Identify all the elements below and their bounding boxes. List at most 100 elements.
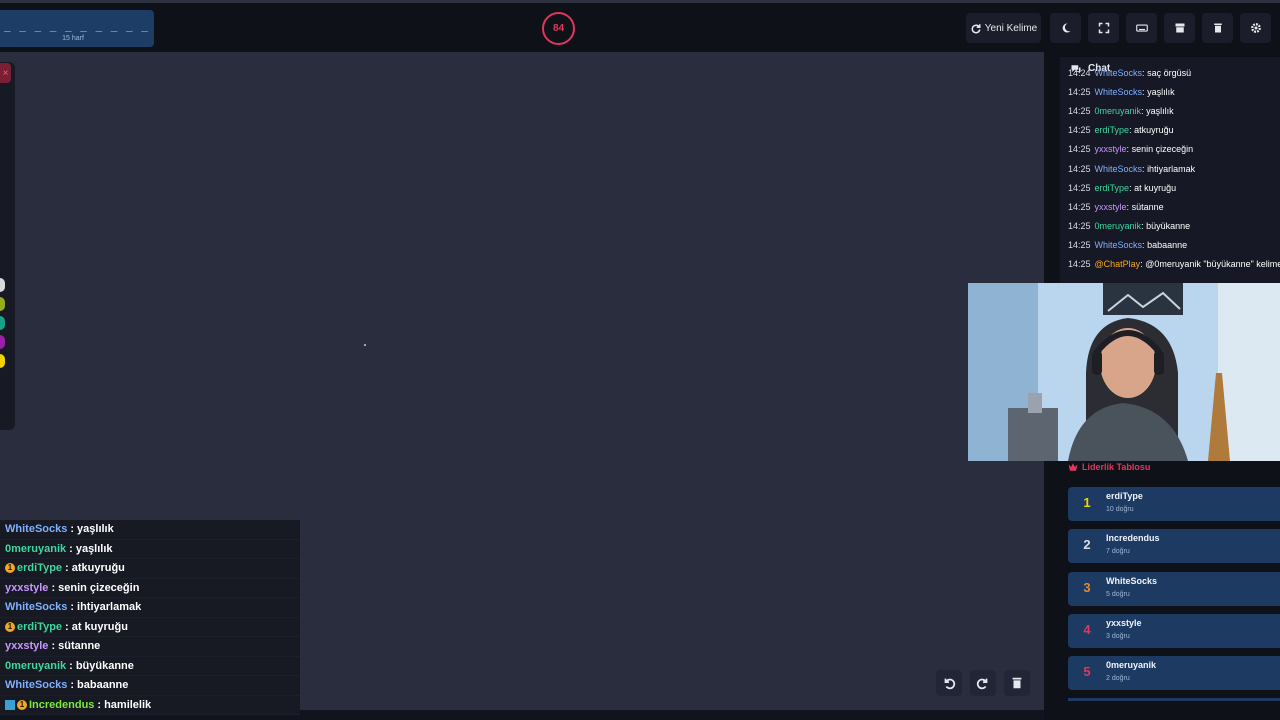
chat-username: WhiteSocks: [1094, 86, 1143, 97]
chat-username: yxxstyle: [5, 581, 49, 594]
dark-mode-button[interactable]: [1050, 13, 1081, 43]
chat-line: 14:25 WhiteSocks: yaşlılık: [1068, 82, 1280, 101]
leaderboard-rank: 4: [1083, 621, 1091, 637]
chat-overlay-row: WhiteSocks: ihtiyarlamak: [0, 598, 300, 618]
chat-line: 14:24 WhiteSocks: saç örgüsü: [1068, 63, 1280, 82]
chat-timestamp: 14:25: [1068, 125, 1091, 136]
chat-timestamp: 14:25: [1068, 86, 1091, 97]
chat-message: atkuyruğu: [1134, 125, 1174, 136]
chat-line: 14:25 WhiteSocks: babaanne: [1068, 236, 1280, 255]
leaderboard-player-name: WhiteSocks: [1106, 575, 1158, 586]
chat-overlay: WhiteSocks: yaşlılık 0meruyanik: yaşlılık 1 e…: [0, 520, 300, 720]
chat-separator: :: [65, 620, 69, 633]
round-timer: 84: [542, 12, 575, 45]
subscriber-badge-icon: [5, 699, 15, 710]
chat-username: yxxstyle: [5, 640, 49, 653]
chat-line: 14:25 erdiType: atkuyruğu: [1068, 121, 1280, 140]
color-swatch-5[interactable]: [0, 354, 5, 368]
webcam-image: [968, 283, 1280, 461]
chat-line: 14:25 yxxstyle: sütanne: [1068, 197, 1280, 216]
chat-message: atkuyruğu: [71, 562, 125, 575]
chat-username: erdiType: [1094, 182, 1130, 193]
clear-button[interactable]: [1202, 13, 1233, 43]
color-swatch-3[interactable]: [0, 316, 5, 330]
keyboard-icon: [1135, 24, 1148, 32]
leaderboard-player-name: yxxstyle: [1106, 617, 1142, 628]
archive-button[interactable]: [1164, 13, 1195, 43]
chat-timestamp: 14:25: [1068, 259, 1091, 270]
chat-line: 14:25 erdiType: at kuyruğu: [1068, 178, 1280, 197]
chat-username: Incredendus: [29, 698, 95, 711]
chat-message: yaşlılık: [1147, 86, 1175, 97]
chat-panel: Chat 14:24 WhiteSocks: saç örgüsü 14:25 Whi…: [1060, 57, 1280, 283]
new-word-label: Yeni Kelime: [984, 22, 1038, 34]
settings-button[interactable]: [1240, 13, 1271, 43]
chat-username: WhiteSocks: [5, 601, 68, 614]
leaderboard-row: 4 yxxstyle 3 doğru: [1068, 613, 1280, 648]
color-swatch-4[interactable]: [0, 335, 5, 349]
canvas-stroke-dot: [364, 344, 366, 346]
chat-line: 14:25 @ChatPlay: @0meruyanik "büyükanne" …: [1068, 255, 1280, 274]
chat-timestamp: 14:25: [1068, 163, 1091, 174]
tool-panel: ×: [0, 62, 15, 430]
chat-overlay-row: 1 erdiType: atkuyruğu: [0, 559, 300, 579]
chat-separator: :: [69, 659, 73, 672]
chat-username: 0meruyanik: [5, 659, 67, 672]
chat-message: sütanne: [58, 640, 101, 653]
chat-overlay-row: 0meruyanik: büyükanne: [0, 656, 300, 676]
color-swatch-1[interactable]: [0, 278, 5, 292]
chat-overlay-row: 0meruyanik: yaşlılık: [0, 539, 300, 559]
redo-button[interactable]: [970, 670, 996, 696]
clear-canvas-button[interactable]: [1004, 670, 1030, 696]
chat-overlay-row: 1 erdiType: at kuyruğu: [0, 617, 300, 637]
chat-separator: :: [70, 523, 75, 536]
chat-message: babaanne: [1147, 240, 1188, 251]
chat-overlay-row: WhiteSocks: babaanne: [0, 676, 300, 696]
redo-icon: [976, 678, 988, 690]
chat-line: 14:25 yxxstyle: senin çizeceğin: [1068, 140, 1280, 159]
chat-message: büyükanne: [1146, 221, 1191, 232]
chat-timestamp: 14:24: [1068, 67, 1091, 78]
leaderboard-footer-bar: [1068, 698, 1280, 701]
archive-icon: [1175, 23, 1184, 33]
leaderboard-player-name: erdiType: [1106, 491, 1143, 501]
chat-username: WhiteSocks: [5, 523, 68, 536]
chat-message: yaşlılık: [1146, 105, 1174, 116]
leaderboard-row: 1 erdiType 10 doğru: [1068, 487, 1280, 521]
chat-separator: :: [97, 698, 102, 711]
leaderboard-score: 7 doğru: [1106, 548, 1130, 556]
leaderboard-player-name: Incredendus: [1106, 533, 1160, 544]
leaderboard-rank: 1: [1083, 495, 1091, 510]
new-word-button[interactable]: Yeni Kelime: [966, 13, 1041, 43]
chat-timestamp: 14:25: [1068, 144, 1091, 155]
leaderboard-rank: 5: [1083, 664, 1091, 680]
badge-icon: 1: [17, 699, 27, 710]
chat-separator: :: [65, 562, 69, 575]
chat-username: WhiteSocks: [1094, 67, 1143, 78]
webcam-feed: [968, 283, 1280, 461]
chat-username: WhiteSocks: [1094, 240, 1143, 251]
keyboard-button[interactable]: [1126, 13, 1157, 43]
leaderboard-player-name: 0meruyanik: [1106, 660, 1157, 671]
chat-timestamp: 14:25: [1068, 182, 1091, 193]
chat-message: yaşlılık: [75, 542, 113, 555]
word-hint-dashes: _ _ _ _ _ _ _ _ _ _ _ _ _ _ _: [4, 19, 150, 32]
chat-message: büyükanne: [75, 659, 134, 672]
chat-username: erdiType: [1094, 125, 1130, 136]
chat-message: yaşlılık: [77, 523, 114, 536]
leaderboard-title: Liderlik Tablosu: [1068, 462, 1150, 472]
close-icon: ×: [2, 67, 9, 79]
chat-separator: :: [69, 542, 73, 555]
chat-separator: :: [51, 581, 56, 594]
undo-button[interactable]: [936, 670, 962, 696]
chat-message: @0meruyanik "büyükanne" kelimes: [1145, 259, 1280, 270]
color-swatch-2[interactable]: [0, 297, 5, 311]
trash-icon: [1012, 677, 1022, 689]
chat-separator: :: [51, 640, 56, 653]
close-panel-button[interactable]: ×: [0, 63, 11, 83]
fullscreen-button[interactable]: [1088, 13, 1119, 43]
chat-message: ihtiyarlamak: [1147, 163, 1196, 174]
leaderboard-score: 2 doğru: [1106, 675, 1130, 683]
chat-message: sütanne: [1131, 201, 1164, 212]
crown-icon: [1068, 463, 1078, 471]
